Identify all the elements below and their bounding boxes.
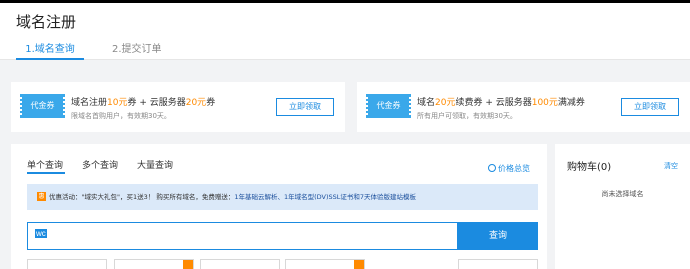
tab-multi-query[interactable]: 多个查询 xyxy=(82,158,118,171)
promo-card-domain-renew: 代金券 域名20元续费券 + 云服务器100元满减券 所有用户可领取，有效期30… xyxy=(357,82,690,132)
claim-coupon-button[interactable]: 立即领取 xyxy=(276,98,334,116)
cart-title: 购物车(0) xyxy=(567,162,612,173)
claim-coupon-button[interactable]: 立即领取 xyxy=(621,98,679,116)
shopping-cart-panel: 购物车(0) 清空 尚未选择域名 xyxy=(555,144,690,269)
promo-subtitle: 限域名首购用户，有效期30天。 xyxy=(71,112,171,120)
promo-title: 域名20元续费券 + 云服务器100元满减券 xyxy=(417,98,585,108)
domain-search-panel: 单个查询 多个查询 大量查询 价格总览 惠 优惠活动："域实大礼包"，买1送3！… xyxy=(11,144,547,269)
domain-suffix-option[interactable] xyxy=(27,259,107,269)
coupon-icon: 代金券 xyxy=(19,94,66,118)
step-domain-query[interactable]: 1.域名查询 xyxy=(16,40,84,60)
tab-single-query[interactable]: 单个查询 xyxy=(27,158,65,174)
cart-empty-message: 尚未选择域名 xyxy=(601,190,644,198)
hot-tag-icon xyxy=(354,260,364,269)
price-overview-link[interactable]: 价格总览 xyxy=(488,163,530,174)
promo-subtitle: 所有用户可领取，有效期30天。 xyxy=(417,112,517,120)
promotion-notice: 惠 优惠活动："域实大礼包"，买1送3！ 购买所有域名，免费赠送：1年基础云解析… xyxy=(27,184,538,210)
notice-highlight: 1年基础云解析、1年域名型(DV)SSL证书和7天体验版建站模板 xyxy=(234,193,417,201)
search-button[interactable]: 查询 xyxy=(458,222,538,250)
domain-search-input[interactable]: wc xyxy=(27,222,458,250)
domain-suffix-option[interactable] xyxy=(114,259,194,269)
domain-suffix-option[interactable] xyxy=(285,259,365,269)
promo-card-domain-register: 代金券 域名注册10元券 + 云服务器20元券 限域名首购用户，有效期30天。 … xyxy=(11,82,345,132)
notice-text: 优惠活动："域实大礼包"，买1送3！ 购买所有域名，免费赠送： xyxy=(49,193,235,201)
domain-suffix-option[interactable] xyxy=(200,259,280,269)
coupon-icon: 代金券 xyxy=(365,94,412,118)
domain-suffix-option[interactable] xyxy=(458,259,538,269)
tab-bulk-query[interactable]: 大量查询 xyxy=(137,158,173,171)
page-header: 域名注册 1.域名查询 2.提交订单 xyxy=(0,3,690,60)
clear-cart-link[interactable]: 清空 xyxy=(664,161,678,171)
discount-badge-icon: 惠 xyxy=(37,192,46,201)
step-submit-order[interactable]: 2.提交订单 xyxy=(112,40,162,55)
page-title: 域名注册 xyxy=(16,13,77,31)
promo-title: 域名注册10元券 + 云服务器20元券 xyxy=(71,98,216,108)
hot-tag-icon xyxy=(183,260,193,269)
info-circle-icon xyxy=(488,164,496,172)
search-input-value[interactable]: wc xyxy=(35,229,47,238)
